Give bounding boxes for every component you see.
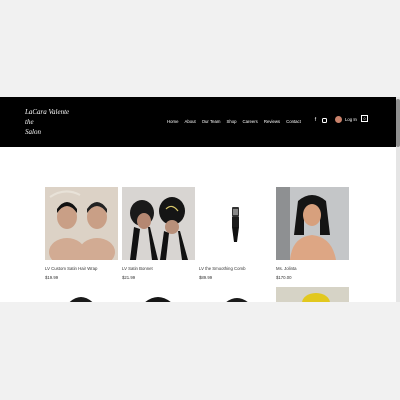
scrollbar[interactable] xyxy=(396,97,400,302)
logo-line-1: LaCara Valente xyxy=(25,108,70,116)
main-nav: Home About Our Team Shop Careers Reviews… xyxy=(167,119,301,124)
nav-about[interactable]: About xyxy=(184,119,195,124)
product-price: $170.00 xyxy=(276,275,292,280)
product-name[interactable]: LV Custom Satin Hair Wrap xyxy=(45,266,97,271)
smoothing-comb-image xyxy=(199,187,272,260)
nav-shop[interactable]: Shop xyxy=(227,119,237,124)
avatar-icon xyxy=(335,116,342,123)
product-image[interactable] xyxy=(199,187,272,260)
nav-our-team[interactable]: Our Team xyxy=(202,119,221,124)
product-image-partial[interactable] xyxy=(45,287,118,302)
product-price: $89.99 xyxy=(199,275,213,280)
product-image-partial[interactable] xyxy=(276,287,349,302)
nav-home[interactable]: Home xyxy=(167,119,178,124)
product-image[interactable] xyxy=(276,187,349,260)
logo-line-3: Salon xyxy=(25,128,41,136)
logo-line-2: the xyxy=(25,118,34,126)
product-card[interactable]: LV the Smoothing Comb $89.99 xyxy=(199,187,272,280)
product-card[interactable]: LV Satin Bonnet $21.99 xyxy=(122,187,195,280)
product-image-row2-2 xyxy=(122,287,195,302)
wig-jolinta-image xyxy=(276,187,349,260)
product-image-row2-1 xyxy=(45,287,118,302)
product-image-row2-3 xyxy=(199,287,272,302)
cart-icon[interactable]: 0 xyxy=(361,115,368,122)
product-price: $19.99 xyxy=(45,275,59,280)
social-links: f xyxy=(313,118,327,123)
product-image-partial[interactable] xyxy=(122,287,195,302)
nav-reviews[interactable]: Reviews xyxy=(264,119,280,124)
nav-careers[interactable]: Careers xyxy=(243,119,258,124)
satin-wrap-image xyxy=(45,187,118,260)
product-name[interactable]: Ms. Jolinta xyxy=(276,266,297,271)
site-header: LaCara Valente the Salon Home About Our … xyxy=(0,97,396,147)
product-price: $21.99 xyxy=(122,275,136,280)
cart-count: 0 xyxy=(363,117,366,121)
nav-contact[interactable]: Contact xyxy=(286,119,301,124)
browser-viewport: LaCara Valente the Salon Home About Our … xyxy=(0,97,400,302)
product-card[interactable]: LV Custom Satin Hair Wrap $19.99 xyxy=(45,187,118,280)
product-image-partial[interactable] xyxy=(199,287,272,302)
site-logo[interactable]: LaCara Valente the Salon xyxy=(25,107,69,137)
instagram-icon[interactable] xyxy=(322,118,327,123)
scrollbar-thumb[interactable] xyxy=(396,99,400,147)
product-image-row2-4 xyxy=(276,287,349,302)
login-label: Log In xyxy=(345,117,357,122)
product-image[interactable] xyxy=(122,187,195,260)
product-card[interactable]: Ms. Jolinta $170.00 xyxy=(276,187,349,280)
product-name[interactable]: LV Satin Bonnet xyxy=(122,266,153,271)
satin-bonnet-image xyxy=(122,187,195,260)
product-image[interactable] xyxy=(45,187,118,260)
product-name[interactable]: LV the Smoothing Comb xyxy=(199,266,246,271)
facebook-icon[interactable]: f xyxy=(313,118,318,123)
login-button[interactable]: Log In xyxy=(335,116,357,123)
